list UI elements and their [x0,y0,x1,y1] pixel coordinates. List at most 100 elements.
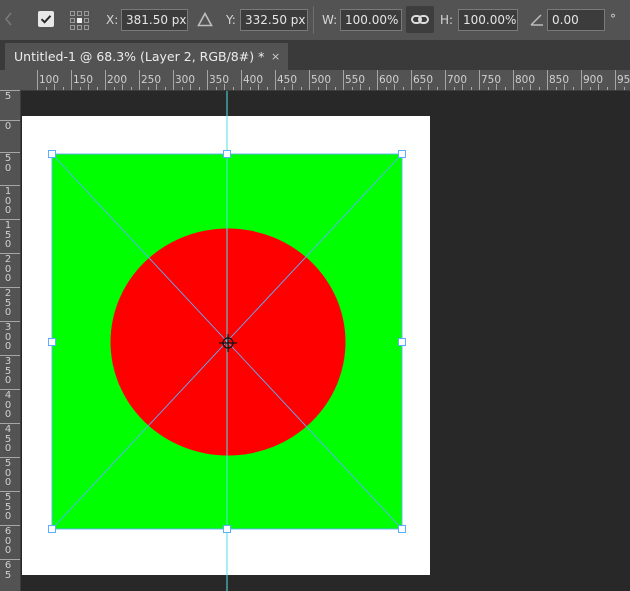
ruler-label: 750 [481,74,502,86]
ruler-label: 150 [73,74,94,86]
transform-handle-top-right[interactable] [398,150,406,158]
ruler-minor-tick [606,87,608,90]
ruler-label: 5 [4,91,12,102]
vertical-ruler[interactable]: 5 0 50 100 150 200 250 300 350 400 450 500 550 600 65 [0,90,21,591]
ruler-minor-tick [45,87,47,90]
ruler-label: 200 [4,254,12,284]
checkmark-icon [40,15,52,24]
commit-checkbox[interactable] [38,11,54,27]
transform-handle-top[interactable] [223,150,231,158]
ruler-tick [513,70,514,90]
options-bar: X: 381.50 px Y: 332.50 px W: 100.00% H: … [0,0,630,41]
ruler-minor-tick [623,87,625,90]
ruler-minor-tick [130,87,132,90]
ruler-minor-tick [487,87,489,90]
ruler-tick [547,70,548,90]
y-position-field[interactable]: 332.50 px [240,9,308,31]
ruler-minor-tick [368,87,370,90]
ruler-label: 850 [549,74,570,86]
ruler-minor-tick [555,87,557,90]
ruler-label: 650 [413,74,434,86]
ruler-label: 400 [4,390,12,420]
transform-handle-left[interactable] [48,338,56,346]
transform-handle-bottom-right[interactable] [398,525,406,533]
ruler-tick [343,70,344,90]
ruler-tick [445,70,446,90]
w-label: W: [322,13,338,27]
ruler-label: 500 [311,74,332,86]
ruler-minor-tick [96,87,98,90]
transform-handle-bottom-left[interactable] [48,525,56,533]
ruler-label: 600 [4,526,12,556]
height-field[interactable]: 100.00% [458,9,518,31]
ruler-minor-tick [79,87,81,90]
ruler-minor-tick [589,87,591,90]
ruler-minor-tick [198,87,200,90]
ruler-tick [479,70,480,90]
ruler-minor-tick [572,87,574,90]
ruler-tick [173,70,174,90]
h-label: H: [440,13,454,27]
ruler-label: 500 [4,458,12,488]
document-tab[interactable]: Untitled-1 @ 68.3% (Layer 2, RGB/8#) * × [5,43,288,70]
ruler-label: 100 [39,74,60,86]
ruler-minor-tick [62,87,64,90]
ruler-label: 350 [209,74,230,86]
link-aspect-button[interactable] [406,6,434,33]
ruler-minor-tick [147,87,149,90]
ruler-label: 0 [4,121,12,132]
ruler-label: 600 [379,74,400,86]
x-position-field[interactable]: 381.50 px [121,9,188,31]
transform-handle-bottom[interactable] [223,525,231,533]
ruler-tick [71,70,72,90]
horizontal-ruler[interactable]: 100 150 200 250 300 350 400 450 500 550 600 650 700 7… [0,70,630,91]
ruler-label: 700 [447,74,468,86]
ruler-tick [309,70,310,90]
chevron-left-icon[interactable] [4,12,13,26]
width-field[interactable]: 100.00% [340,9,402,31]
ruler-tick [411,70,412,90]
ruler-minor-tick [334,87,336,90]
triangle-delta-icon[interactable] [197,12,213,27]
ruler-minor-tick [419,87,421,90]
canvas-workspace[interactable] [21,91,630,591]
ruler-minor-tick [504,87,506,90]
transform-handle-right[interactable] [398,338,406,346]
ruler-tick [581,70,582,90]
ruler-label: 95 [617,74,630,86]
ruler-minor-tick [164,87,166,90]
ruler-label: 800 [515,74,536,86]
ruler-label: 250 [141,74,162,86]
ruler-minor-tick [521,87,523,90]
ruler-minor-tick [215,87,217,90]
document-tab-bar: Untitled-1 @ 68.3% (Layer 2, RGB/8#) * × [0,41,630,70]
ruler-minor-tick [181,87,183,90]
ruler-minor-tick [300,87,302,90]
layer-overlay [48,91,406,591]
ruler-minor-tick [538,87,540,90]
ruler-minor-tick [351,87,353,90]
ruler-tick [139,70,140,90]
ruler-minor-tick [283,87,285,90]
ruler-label: 550 [4,492,12,522]
reference-point-grid-icon[interactable] [70,11,89,30]
ruler-minor-tick [470,87,472,90]
ruler-minor-tick [453,87,455,90]
separator [313,6,314,34]
close-tab-button[interactable]: × [271,43,280,70]
ruler-label: 100 [4,186,12,216]
transform-handle-top-left[interactable] [48,150,56,158]
ruler-label: 65 [4,560,12,581]
ruler-label: 900 [583,74,604,86]
document-tab-title: Untitled-1 @ 68.3% (Layer 2, RGB/8#) * [14,49,265,64]
rotation-angle-field[interactable]: 0.00 [547,9,605,31]
ruler-tick [105,70,106,90]
ruler-label: 450 [277,74,298,86]
x-label: X: [106,13,119,27]
ruler-minor-tick [385,87,387,90]
ruler-label: 300 [4,322,12,352]
ruler-label: 300 [175,74,196,86]
ruler-label: 400 [243,74,264,86]
angle-icon [530,14,543,26]
ruler-label: 450 [4,424,12,454]
